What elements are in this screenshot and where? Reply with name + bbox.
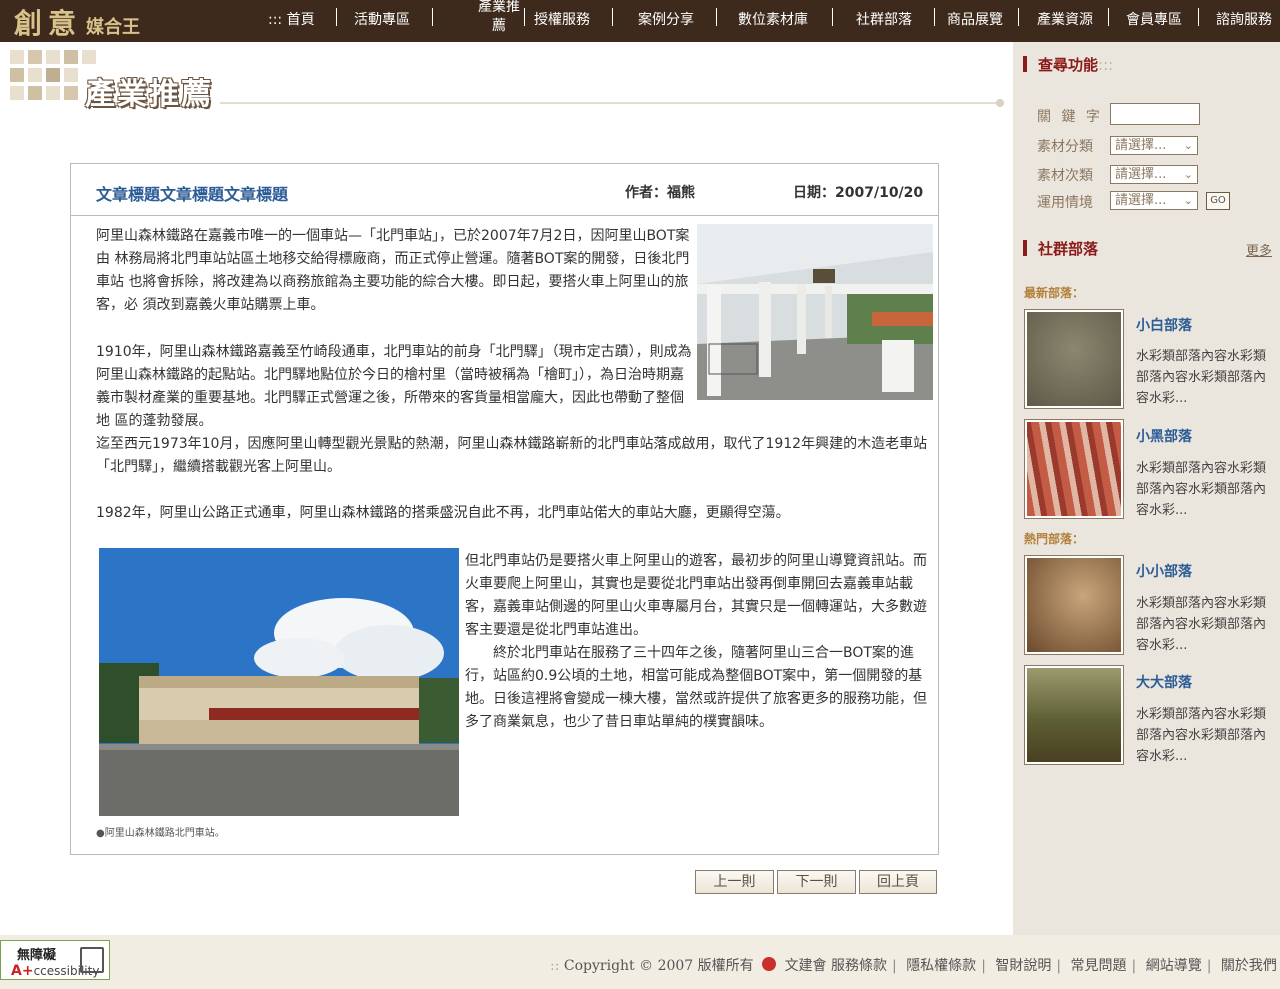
footer-link-terms[interactable]: 服務條款 [831,958,887,974]
nav-separator [1198,8,1199,26]
tribe-description: 水彩類部落內容水彩類部落內容水彩類部落內容水彩... [1136,461,1267,518]
nav-item-events[interactable]: 活動專區 [354,9,410,29]
cca-logo-icon [762,957,777,971]
nav-separator [1108,8,1109,26]
search-go-button[interactable]: GO [1206,192,1230,210]
chevron-down-icon: ⌄ [1183,168,1193,181]
community-panel-title: 社群部落 [1038,240,1099,258]
nav-separator [336,8,337,26]
article-paragraph: 迄至西元1973年10月，因應阿里山轉型觀光景點的熱潮，阿里山森林鐵路嶄新的北門… [96,436,928,475]
tribe-description: 水彩類部落內容水彩類部落內容水彩類部落內容水彩... [1136,349,1267,406]
nav-item-industry-resources[interactable]: 產業資源 [1037,9,1093,29]
nav-item-consulting[interactable]: 諮詢服務 [1216,9,1272,29]
article-header: 文章標題文章標題文章標題 作者：福熊 日期：2007/10/20 [71,164,938,216]
article-paragraph: 1982年，阿里山公路正式通車，阿里山森林鐵路的搭乘盛況自此不再，北門車站偌大的… [96,505,790,521]
footer-link-sitemap[interactable]: 網站導覽 [1146,958,1202,974]
main-content: 產業推薦 文章標題文章標題文章標題 作者：福熊 日期：2007/10/20 阿里… [0,42,1013,935]
tribe-image [1027,558,1121,652]
context-label: 運用情境 [1037,195,1093,211]
tribe-image [1027,312,1121,406]
tribe-name-link[interactable]: 小小部落 [1136,561,1192,581]
banner-divider [220,102,1002,104]
nav-item-home[interactable]: ::: 首頁 [268,9,315,29]
article-paragraph: 但北門車站仍是要搭火車上阿里山的遊客，最初步的阿里山導覽資訊站。而火車要爬上阿里… [465,553,927,638]
subcategory-select[interactable]: 請選擇... ⌄ [1110,165,1198,184]
accessibility-icon [80,947,104,973]
article-author: 作者：福熊 [625,185,695,201]
article-title: 文章標題文章標題文章標題 [96,185,289,204]
nav-item-community[interactable]: 社群部落 [856,9,912,29]
right-sidebar: 查尋功能::: 關 鍵 字 素材分類 請選擇... ⌄ 素材次類 請選擇... ⌄ … [1013,42,1280,935]
nav-item-digital-assets[interactable]: 數位素材庫 [738,9,808,29]
tribe-thumbnail[interactable] [1024,665,1124,765]
footer: 無障礙 A+ccessibility :: Copyright © 2007 版… [0,935,1280,989]
next-article-button[interactable]: 下一則 [777,870,856,894]
category-label: 素材分類 [1037,139,1093,155]
tribe-name-link[interactable]: 大大部落 [1136,672,1192,692]
nav-separator [832,8,833,26]
tribe-description: 水彩類部落內容水彩類部落內容水彩類部落內容水彩... [1136,707,1267,764]
community-panel-header: 社群部落 更多 [1013,226,1280,270]
search-panel-header: 查尋功能::: [1013,42,1280,86]
tribe-image [1027,668,1121,762]
nav-item-cases[interactable]: 案例分享 [638,9,694,29]
nav-item-members[interactable]: 會員專區 [1126,9,1182,29]
footer-link-privacy[interactable]: 隱私權條款 [906,958,976,974]
nav-separator [432,8,433,26]
back-button[interactable]: 回上頁 [859,870,937,894]
search-panel-title: 查尋功能 [1038,56,1099,74]
tribe-name-link[interactable]: 小黑部落 [1136,426,1192,446]
prev-article-button[interactable]: 上一則 [695,870,774,894]
top-navigation-bar: 創意 媒合王 ::: 首頁 活動專區 產業推薦 授權服務 案例分享 數位素材庫 社… [0,0,1280,42]
article-box: 文章標題文章標題文章標題 作者：福熊 日期：2007/10/20 阿里山森林鐵路… [70,163,939,855]
station-building-photo [99,548,459,816]
hot-tribes-label: 熱門部落： [1024,532,1085,546]
tribe-thumbnail[interactable] [1024,419,1124,519]
chevron-down-icon: ⌄ [1183,139,1193,152]
article-paragraph: 阿里山森林鐵路在嘉義市唯一的一個車站—「北門車站」，已於2007年7月2日，因阿… [96,228,690,313]
station-platform-photo [697,224,933,400]
chevron-down-icon: ⌄ [1183,194,1193,207]
nav-separator [524,8,525,26]
article-paragraph: 終於北門車站在服務了三十四年之後，隨著阿里山三合一BOT案的進行，站區約0.9公… [465,645,927,730]
nav-separator [612,8,613,26]
banner-divider-dot [996,99,1004,107]
organization-name: 文建會 [784,958,827,974]
footer-link-about[interactable]: 關於我們 [1221,958,1277,974]
nav-separator [716,8,717,26]
category-select[interactable]: 請選擇... ⌄ [1110,136,1198,155]
photo-caption: ●阿里山森林鐵路北門車站。 [96,828,225,839]
subcategory-label: 素材次類 [1037,168,1093,184]
accessibility-badge[interactable]: 無障礙 A+ccessibility [0,940,110,980]
more-link[interactable]: 更多 [1246,240,1272,259]
nav-item-industry-recommend[interactable]: 產業推薦 [475,0,523,36]
footer-text: :: Copyright © 2007 版權所有 文建會 服務條款 | 隱私權條款… [550,957,1277,974]
nav-separator [1018,8,1019,26]
tribe-image [1027,422,1121,516]
page-title: 產業推薦 [85,77,213,112]
keyword-label: 關 鍵 字 [1037,109,1103,125]
context-select[interactable]: 請選擇... ⌄ [1110,191,1198,210]
nav-separator [934,8,935,26]
site-logo[interactable]: 創意 媒合王 [14,2,140,42]
keyword-input[interactable] [1110,103,1200,125]
newest-tribes-label: 最新部落： [1024,286,1085,300]
tribe-description: 水彩類部落內容水彩類部落內容水彩類部落內容水彩... [1136,596,1267,653]
tribe-thumbnail[interactable] [1024,309,1124,409]
nav-item-licensing[interactable]: 授權服務 [534,9,590,29]
copyright-text: Copyright © 2007 版權所有 [563,958,754,974]
footer-link-faq[interactable]: 常見問題 [1071,958,1127,974]
tribe-name-link[interactable]: 小白部落 [1136,315,1192,335]
article-date: 日期：2007/10/20 [793,185,924,201]
nav-item-products[interactable]: 商品展覽 [947,9,1003,29]
tribe-thumbnail[interactable] [1024,555,1124,655]
footer-link-ip[interactable]: 智財說明 [995,958,1051,974]
article-paragraph: 1910年，阿里山森林鐵路嘉義至竹崎段通車，北門車站的前身「北門驛」（現市定古蹟… [96,344,692,429]
